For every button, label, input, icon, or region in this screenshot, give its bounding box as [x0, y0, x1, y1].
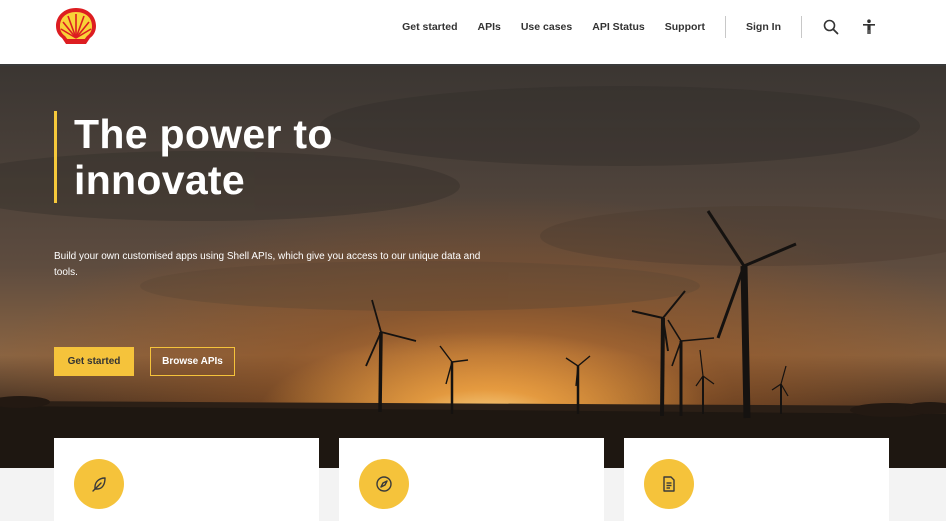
get-started-button[interactable]: Get started — [54, 347, 134, 376]
feature-card-1[interactable] — [54, 438, 319, 521]
nav-apis[interactable]: APIs — [478, 21, 501, 33]
document-icon — [644, 459, 694, 509]
accessibility-icon[interactable] — [860, 18, 878, 36]
nav-get-started[interactable]: Get started — [402, 21, 457, 33]
browse-apis-button[interactable]: Browse APIs — [150, 347, 235, 376]
nav-divider — [725, 16, 726, 38]
feather-icon — [74, 459, 124, 509]
search-icon[interactable] — [822, 18, 840, 36]
hero-section: The power to innovate Build your own cus… — [0, 66, 946, 468]
hero-title-block: The power to innovate — [54, 111, 333, 203]
main-nav: Get started APIs Use cases API Status Su… — [402, 0, 946, 54]
shell-pecten-logo[interactable] — [54, 6, 98, 46]
hero-subtitle: Build your own customised apps using She… — [54, 251, 481, 278]
hero-title-line-2: innovate — [74, 157, 245, 203]
hero-title-line-1: The power to — [74, 111, 333, 157]
nav-divider — [801, 16, 802, 38]
nav-support[interactable]: Support — [665, 21, 705, 33]
hero-title: The power to innovate — [74, 111, 333, 203]
feature-card-3[interactable] — [624, 438, 889, 521]
site-header: Get started APIs Use cases API Status Su… — [0, 0, 946, 66]
nav-api-status[interactable]: API Status — [592, 21, 645, 33]
feature-card-2[interactable] — [339, 438, 604, 521]
nav-use-cases[interactable]: Use cases — [521, 21, 572, 33]
sign-in-link[interactable]: Sign In — [746, 21, 781, 33]
compass-icon — [359, 459, 409, 509]
